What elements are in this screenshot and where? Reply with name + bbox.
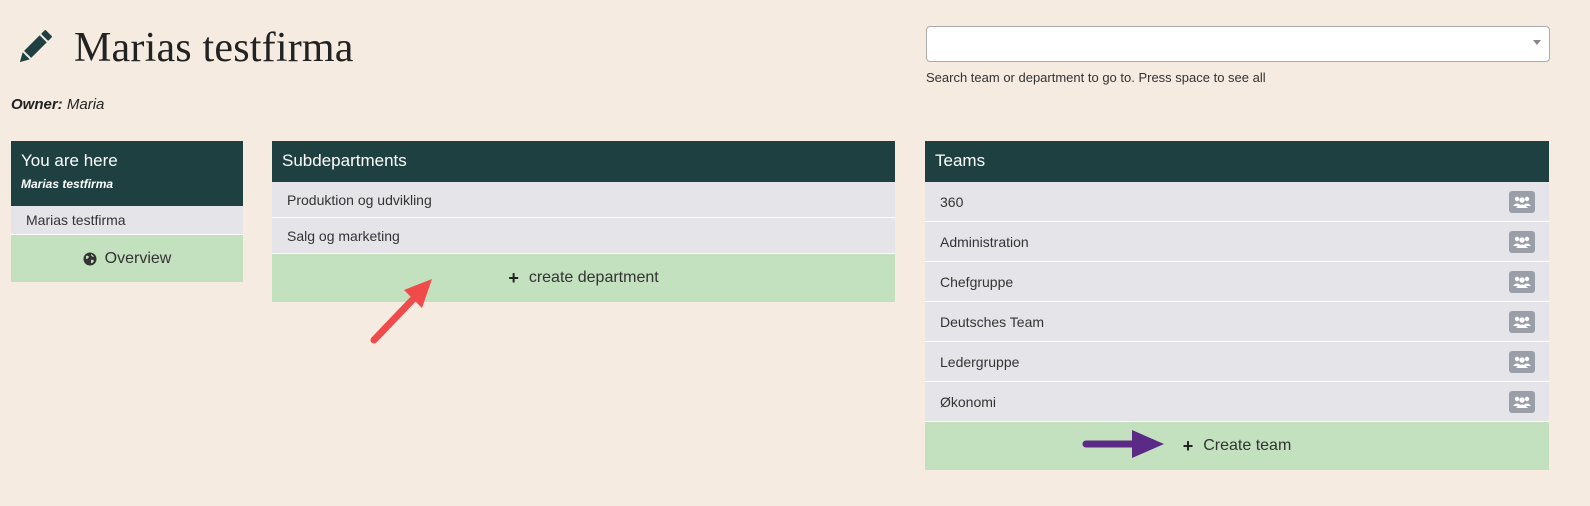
subdepartments-panel-title: Subdepartments	[282, 151, 407, 170]
users-icon[interactable]	[1509, 270, 1535, 293]
teams-panel-header: Teams	[925, 141, 1549, 182]
owner-name: Maria	[66, 96, 105, 113]
owner-label: Owner:	[11, 96, 63, 113]
search-container: Search team or department to go to. Pres…	[926, 26, 1550, 85]
breadcrumb-item-label: Marias testfirma	[26, 212, 126, 228]
plus-icon: +	[508, 267, 519, 288]
team-row[interactable]: Økonomi	[925, 382, 1549, 422]
location-panel-subtitle: Marias testfirma	[21, 177, 114, 191]
teams-panel: Teams 360 Administration Chefgruppe Deut…	[925, 141, 1549, 470]
subdepartments-panel-header: Subdepartments	[272, 141, 895, 182]
team-row[interactable]: 360	[925, 182, 1549, 222]
create-team-button[interactable]: + Create team	[925, 422, 1549, 470]
users-icon[interactable]	[1509, 390, 1535, 413]
search-help-text: Search team or department to go to. Pres…	[926, 70, 1266, 85]
team-row[interactable]: Administration	[925, 222, 1549, 262]
team-row[interactable]: Ledergruppe	[925, 342, 1549, 382]
page-header: Marias testfirma	[14, 24, 354, 72]
page-title: Marias testfirma	[74, 25, 354, 71]
search-select[interactable]	[926, 26, 1550, 62]
overview-label: Overview	[104, 249, 172, 267]
users-icon[interactable]	[1509, 350, 1535, 373]
team-label: Økonomi	[940, 393, 997, 410]
location-panel-header: You are here Marias testfirma	[11, 141, 243, 206]
create-team-label: Create team	[1203, 437, 1292, 454]
department-row[interactable]: Salg og marketing	[272, 218, 895, 254]
location-panel: You are here Marias testfirma Marias tes…	[11, 141, 243, 282]
globe-icon	[83, 252, 97, 265]
chevron-down-icon[interactable]	[1533, 40, 1541, 45]
department-row[interactable]: Produktion og udvikling	[272, 182, 895, 218]
department-label: Salg og marketing	[287, 227, 400, 244]
plus-icon: +	[1182, 435, 1194, 456]
annotation-arrow-red-icon	[370, 279, 432, 344]
team-label: 360	[940, 193, 964, 210]
team-row[interactable]: Deutsches Team	[925, 302, 1549, 342]
users-icon[interactable]	[1509, 230, 1535, 253]
team-label: Chefgruppe	[940, 273, 1014, 290]
users-icon[interactable]	[1509, 190, 1535, 213]
annotation-arrow-purple-icon	[1082, 430, 1164, 458]
department-label: Produktion og udvikling	[287, 191, 432, 208]
pencil-icon[interactable]	[14, 28, 54, 68]
team-label: Deutsches Team	[940, 313, 1045, 330]
overview-button[interactable]: Overview	[11, 235, 243, 282]
create-department-label: create department	[528, 269, 659, 286]
breadcrumb-item[interactable]: Marias testfirma	[11, 206, 243, 235]
team-label: Ledergruppe	[940, 353, 1020, 370]
location-panel-title: You are here	[21, 151, 118, 170]
teams-panel-title: Teams	[935, 151, 986, 170]
team-label: Administration	[940, 233, 1029, 250]
owner-line: Owner: Maria	[11, 96, 104, 113]
users-icon[interactable]	[1509, 310, 1535, 333]
team-row[interactable]: Chefgruppe	[925, 262, 1549, 302]
search-input[interactable]	[935, 27, 1530, 61]
